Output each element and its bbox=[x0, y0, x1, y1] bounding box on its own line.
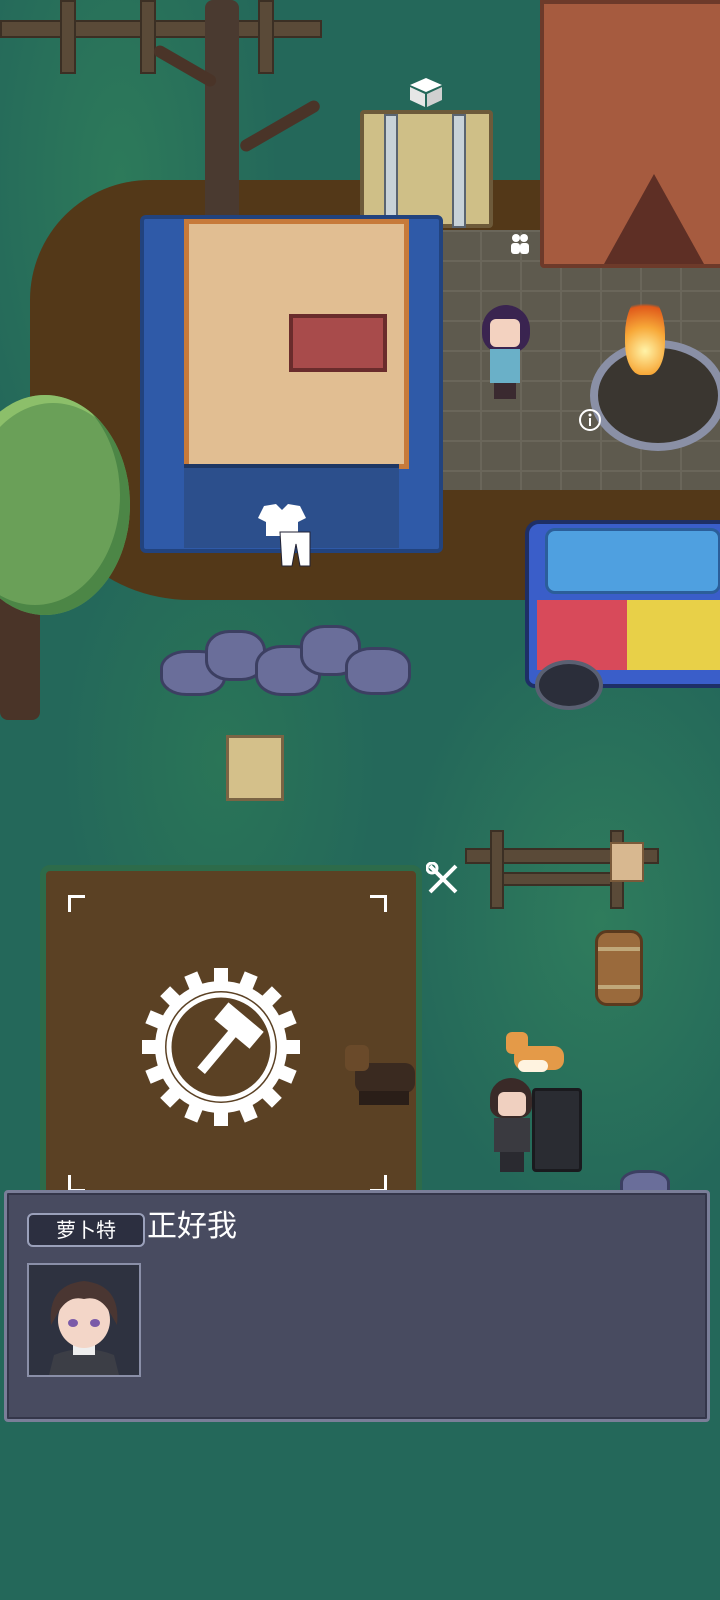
dog-legs bbox=[359, 1091, 409, 1105]
fence-note[interactable] bbox=[610, 842, 644, 882]
player-body bbox=[494, 1118, 530, 1152]
rock-pile[interactable] bbox=[160, 625, 411, 696]
dialog-box[interactable]: 萝卜特 正好我 bbox=[4, 1190, 710, 1422]
box-icon[interactable] bbox=[408, 76, 444, 112]
clothing-icon[interactable] bbox=[256, 502, 314, 572]
crate-strap bbox=[384, 114, 398, 228]
van-red-panel bbox=[537, 600, 627, 670]
player-legs bbox=[500, 1152, 524, 1172]
people-icon[interactable] bbox=[508, 232, 532, 260]
npc-girl-shirt bbox=[490, 349, 520, 383]
top-fence-post bbox=[258, 0, 274, 74]
dialog-text: 正好我 bbox=[147, 1209, 237, 1244]
tent[interactable] bbox=[540, 0, 720, 268]
rock bbox=[345, 647, 411, 695]
german-shepherd-dog[interactable] bbox=[345, 1045, 430, 1107]
right-fence-post bbox=[490, 830, 504, 909]
bare-tree-branch bbox=[238, 98, 322, 154]
bare-tree bbox=[205, 0, 239, 230]
right-fence-rail bbox=[490, 872, 624, 886]
small-crate[interactable] bbox=[226, 735, 284, 801]
riot-shield bbox=[532, 1088, 582, 1172]
crate-strap bbox=[452, 114, 466, 228]
player-character[interactable] bbox=[488, 1078, 582, 1173]
workbench[interactable] bbox=[289, 314, 387, 372]
wrench-screwdriver-icon[interactable] bbox=[425, 861, 460, 900]
top-fence-post bbox=[140, 0, 156, 74]
selection-corner bbox=[68, 895, 85, 912]
van-roof bbox=[545, 528, 720, 594]
corgi-dog[interactable] bbox=[506, 1030, 568, 1080]
corgi-belly bbox=[518, 1060, 548, 1072]
npc-girl-face bbox=[490, 319, 520, 347]
workshop-floor bbox=[184, 219, 409, 469]
speaker-portrait bbox=[27, 1263, 141, 1377]
npc-girl-legs bbox=[494, 383, 516, 399]
portrait-avatar bbox=[29, 1265, 139, 1375]
camper-van[interactable] bbox=[525, 520, 720, 710]
van-yellow-panel bbox=[627, 600, 720, 670]
van-wheel bbox=[535, 660, 603, 710]
dog-head bbox=[345, 1045, 369, 1071]
corgi-head bbox=[506, 1032, 528, 1054]
campfire-flame bbox=[625, 295, 665, 375]
player-face bbox=[498, 1092, 526, 1116]
top-fence-post bbox=[60, 0, 76, 74]
hammer-gear-icon[interactable] bbox=[142, 968, 300, 1130]
npc-girl[interactable] bbox=[482, 305, 532, 400]
wooden-barrel[interactable] bbox=[595, 930, 643, 1006]
speaker-name: 萝卜特 bbox=[27, 1213, 145, 1247]
supply-crate[interactable] bbox=[360, 110, 493, 228]
selection-corner bbox=[370, 895, 387, 912]
info-icon[interactable] bbox=[578, 408, 602, 436]
